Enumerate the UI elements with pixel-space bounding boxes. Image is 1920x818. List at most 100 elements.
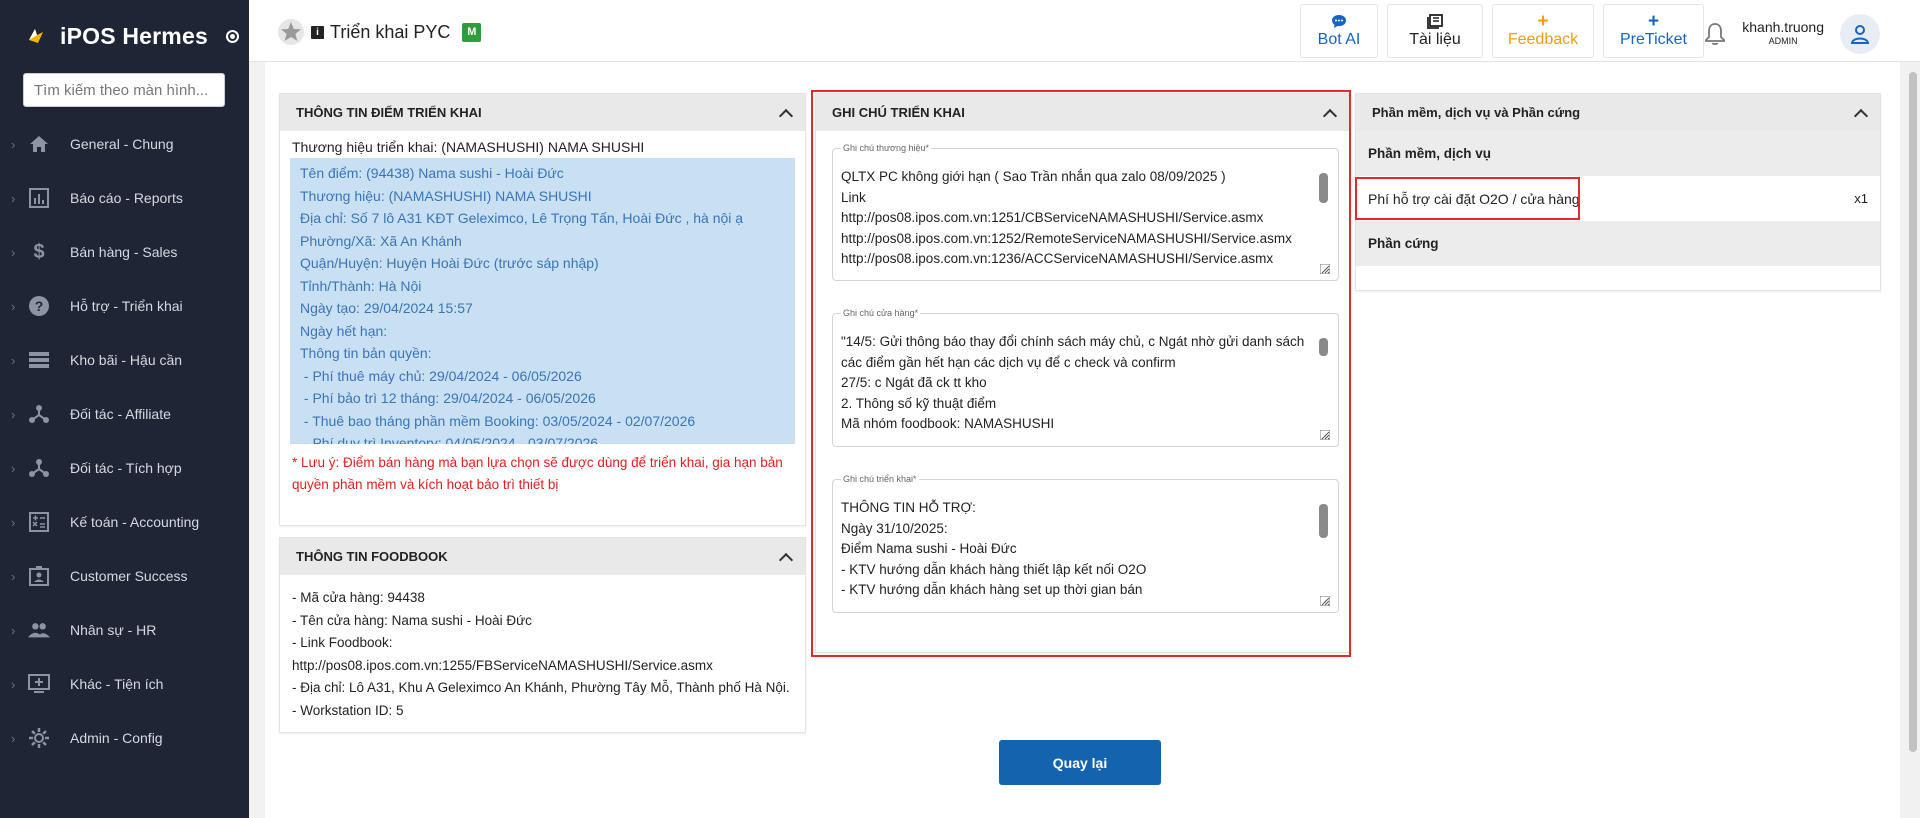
plus-icon: + bbox=[1537, 10, 1549, 32]
preticket-label: PreTicket bbox=[1620, 30, 1687, 48]
hub-icon bbox=[28, 457, 50, 479]
chevron-right-icon: › bbox=[11, 568, 16, 584]
documents-button[interactable]: Tài liệu bbox=[1387, 4, 1483, 58]
foodbook-line: - Địa chỉ: Lô A31, Khu A Geleximco An Kh… bbox=[292, 680, 790, 695]
bot-ai-label: Bot AI bbox=[1317, 30, 1361, 48]
chevron-up-icon[interactable] bbox=[1854, 107, 1866, 119]
sidebar-item-admin[interactable]: › Admin - Config bbox=[0, 711, 249, 765]
chat-icon bbox=[1331, 14, 1347, 31]
page-title-text: Triển khai PYC bbox=[330, 21, 451, 42]
hub-icon bbox=[28, 403, 50, 425]
store-line: Ngày hết hạn: bbox=[300, 322, 388, 339]
chevron-right-icon: › bbox=[11, 244, 16, 260]
feedback-button[interactable]: + Feedback bbox=[1492, 4, 1594, 58]
home-icon bbox=[28, 133, 50, 155]
store-line: Tên điểm: (94438) Nama sushi - Hoài Đức bbox=[300, 165, 564, 181]
foodbook-card: THÔNG TIN FOODBOOK - Mã cửa hàng: 94438 … bbox=[279, 537, 806, 733]
bot-ai-button[interactable]: Bot AI bbox=[1300, 4, 1378, 58]
highlight-box bbox=[811, 90, 1351, 657]
store-line: Tỉnh/Thành: Hà Nội bbox=[300, 277, 422, 294]
card-header[interactable]: Phần mềm, dịch vụ và Phần cứng bbox=[1356, 94, 1880, 131]
page-scrollbar-thumb[interactable] bbox=[1909, 72, 1917, 752]
software-item-qty: x1 bbox=[1854, 191, 1868, 206]
user-role: ADMIN bbox=[1768, 36, 1798, 46]
user-name: khanh.truong bbox=[1742, 19, 1824, 35]
user-menu[interactable]: khanh.truong ADMIN bbox=[1704, 14, 1880, 54]
book-icon bbox=[1427, 13, 1443, 31]
license-note: * Lưu ý: Điểm bán hàng mà bạn lựa chọn s… bbox=[292, 455, 783, 492]
status-badge: M bbox=[462, 22, 482, 42]
sidebar-search-input[interactable]: Tìm kiếm theo màn hình... bbox=[23, 73, 225, 107]
bar-chart-icon bbox=[28, 187, 50, 209]
sidebar-item-utilities[interactable]: › Khác - Tiện ích bbox=[0, 657, 249, 711]
foodbook-line: - Tên cửa hàng: Nama sushi - Hoài Đức bbox=[292, 612, 532, 628]
sidebar-item-general[interactable]: › General - Chung bbox=[0, 117, 249, 171]
store-line: - Phí thuê máy chủ: 29/04/2024 - 06/05/2… bbox=[300, 367, 582, 384]
sidebar-item-accounting[interactable]: › Kế toán - Accounting bbox=[0, 495, 249, 549]
sidebar: iPOS Hermes Tìm kiếm theo màn hình... › … bbox=[0, 0, 249, 818]
chevron-right-icon: › bbox=[11, 676, 16, 692]
card-header[interactable]: THÔNG TIN FOODBOOK bbox=[280, 538, 805, 575]
foodbook-body: - Mã cửa hàng: 94438 - Tên cửa hàng: Nam… bbox=[280, 575, 805, 734]
brand-toggle-icon[interactable] bbox=[225, 29, 239, 43]
highlight-box bbox=[1355, 177, 1580, 220]
sidebar-item-label: Kho bãi - Hậu cần bbox=[70, 352, 183, 368]
foodbook-link[interactable]: http://pos08.ipos.com.vn:1255/FBServiceN… bbox=[292, 655, 793, 678]
person-icon bbox=[1850, 25, 1870, 44]
avatar[interactable] bbox=[1840, 14, 1880, 54]
list-icon bbox=[28, 349, 50, 371]
sidebar-item-affiliate[interactable]: › Đối tác - Affiliate bbox=[0, 387, 249, 441]
sidebar-item-reports[interactable]: › Báo cáo - Reports bbox=[0, 171, 249, 225]
store-line: Quận/Huyện: Huyện Hoài Đức (trước sáp nh… bbox=[300, 255, 599, 271]
calculator-icon bbox=[28, 511, 50, 533]
store-line: - Thuê bao tháng phần mềm Booking: 03/05… bbox=[300, 412, 696, 429]
chevron-right-icon: › bbox=[11, 460, 16, 476]
plus-icon: + bbox=[1647, 10, 1660, 32]
sidebar-item-hr[interactable]: › Nhân sự - HR bbox=[0, 603, 249, 657]
store-info-box: Tên điểm: (94438) Nama sushi - Hoài Đức … bbox=[290, 158, 795, 444]
brand[interactable]: iPOS Hermes bbox=[0, 0, 249, 72]
chevron-up-icon[interactable] bbox=[779, 551, 791, 563]
store-line: Địa chỉ: Số 7 lô A31 KĐT Geleximco, Lê T… bbox=[300, 210, 744, 226]
sidebar-item-support[interactable]: › ? Hỗ trợ - Triển khai bbox=[0, 279, 249, 333]
sidebar-item-sales[interactable]: › $ Bán hàng - Sales bbox=[0, 225, 249, 279]
back-button[interactable]: Quay lại bbox=[999, 740, 1161, 785]
deploy-info-card: THÔNG TIN ĐIỂM TRIỂN KHAI Thương hiệu tr… bbox=[279, 93, 806, 526]
user-info: khanh.truong ADMIN bbox=[1742, 20, 1824, 48]
svg-text:?: ? bbox=[35, 298, 44, 314]
badge-icon bbox=[28, 565, 50, 587]
top-bar: i Triển khai PYC M Bot AI Tài liệu + Fee… bbox=[249, 0, 1920, 62]
chevron-right-icon: › bbox=[11, 406, 16, 422]
card-header[interactable]: THÔNG TIN ĐIỂM TRIỂN KHAI bbox=[280, 94, 805, 131]
gear-icon bbox=[28, 727, 50, 749]
chevron-up-icon[interactable] bbox=[779, 107, 791, 119]
card-title: THÔNG TIN ĐIỂM TRIỂN KHAI bbox=[296, 105, 482, 120]
sidebar-item-label: Admin - Config bbox=[70, 730, 163, 746]
store-line: Thương hiệu: (NAMASHUSHI) NAMA SHUSHI bbox=[300, 187, 592, 204]
preticket-button[interactable]: + PreTicket bbox=[1603, 4, 1704, 58]
sidebar-item-label: Bán hàng - Sales bbox=[70, 244, 178, 260]
sidebar-item-customer-success[interactable]: › Customer Success bbox=[0, 549, 249, 603]
card-title: Phần mềm, dịch vụ và Phần cứng bbox=[1372, 105, 1581, 120]
page-title: i Triển khai PYC M bbox=[277, 18, 482, 46]
bell-icon[interactable] bbox=[1704, 22, 1726, 46]
help-icon: ? bbox=[28, 295, 50, 317]
app-name: iPOS Hermes bbox=[60, 22, 208, 49]
chevron-right-icon: › bbox=[11, 136, 16, 152]
chevron-right-icon: › bbox=[11, 622, 16, 638]
star-icon bbox=[278, 19, 304, 45]
sidebar-item-label: Kế toán - Accounting bbox=[70, 514, 200, 530]
sidebar-item-integration[interactable]: › Đối tác - Tích hợp bbox=[0, 441, 249, 495]
store-line: Phường/Xã: Xã An Khánh bbox=[300, 232, 462, 249]
chevron-right-icon: › bbox=[11, 352, 16, 368]
store-line: Ngày tạo: 29/04/2024 15:57 bbox=[300, 300, 473, 316]
store-line: - Phí bảo trì 12 tháng: 29/04/2024 - 06/… bbox=[300, 390, 596, 406]
software-section-header: Phần mềm, dịch vụ bbox=[1356, 131, 1880, 176]
sidebar-item-label: Customer Success bbox=[70, 568, 188, 584]
chevron-right-icon: › bbox=[11, 190, 16, 206]
sidebar-item-label: General - Chung bbox=[70, 136, 174, 152]
app-logo-icon bbox=[29, 29, 43, 43]
foodbook-line: - Workstation ID: 5 bbox=[292, 702, 404, 718]
sidebar-item-label: Báo cáo - Reports bbox=[70, 190, 183, 206]
sidebar-item-warehouse[interactable]: › Kho bãi - Hậu cần bbox=[0, 333, 249, 387]
